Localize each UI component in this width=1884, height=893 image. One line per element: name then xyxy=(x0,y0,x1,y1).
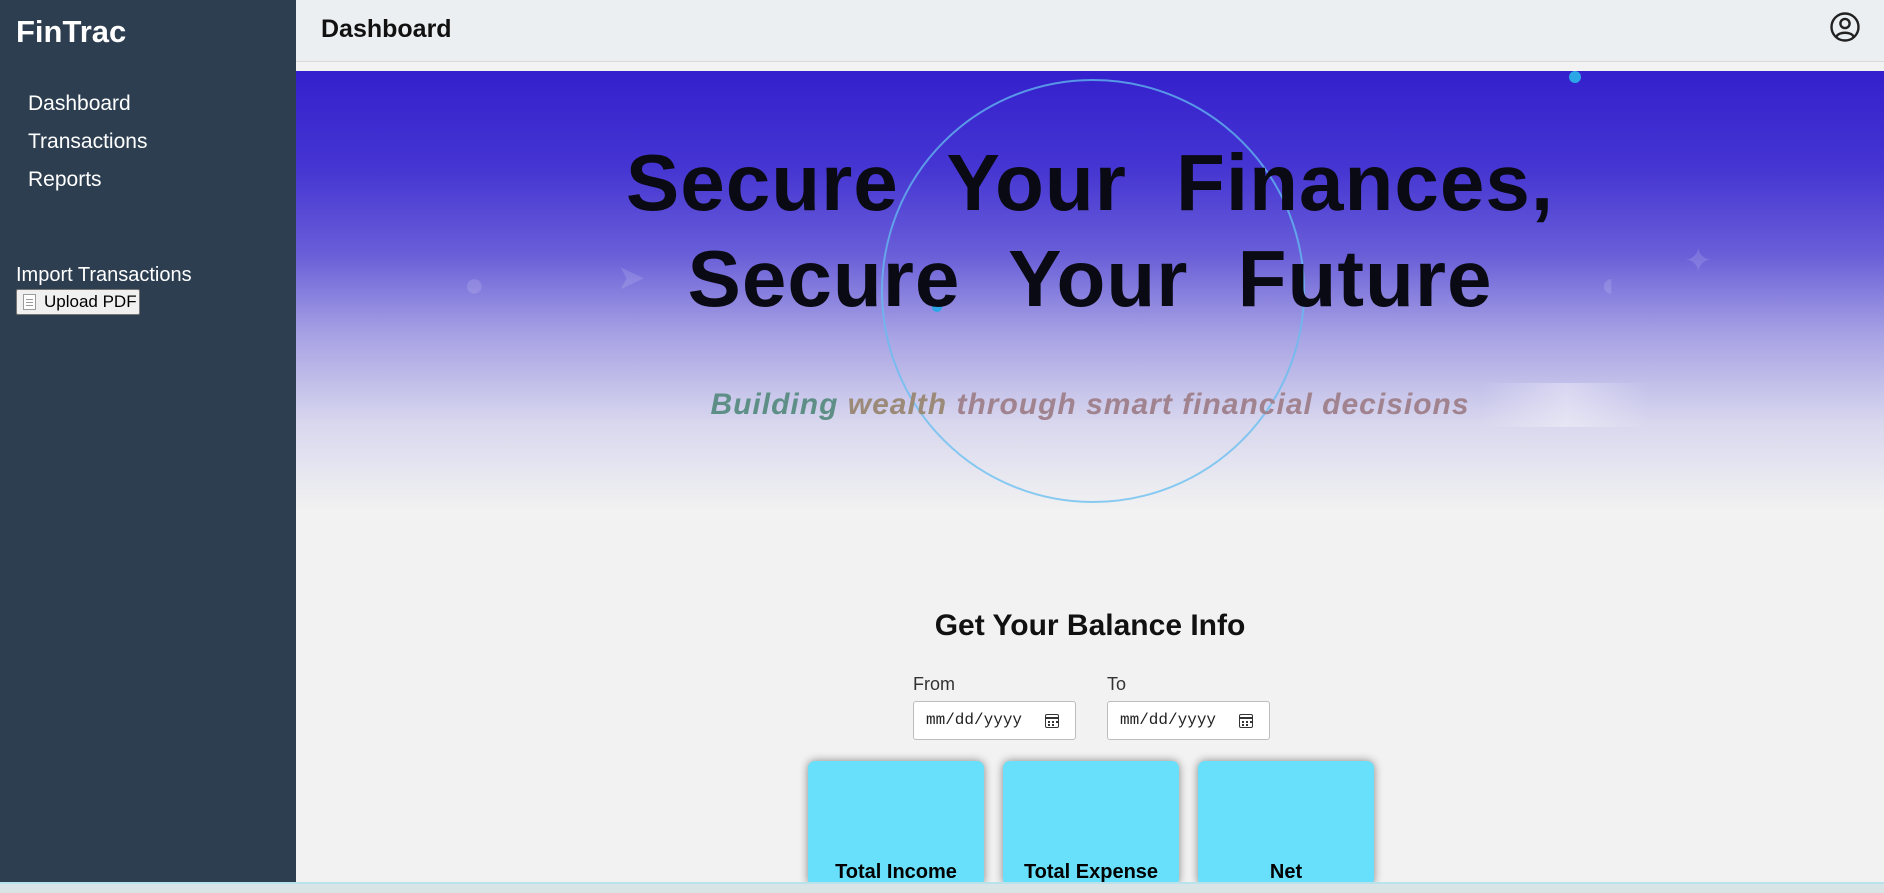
sidebar-item-reports[interactable]: Reports xyxy=(28,167,147,205)
user-circle-icon[interactable] xyxy=(1829,11,1861,43)
calendar-icon[interactable] xyxy=(1239,714,1253,728)
to-label: To xyxy=(1107,674,1127,694)
hero-headline-line2: Secure Your Future xyxy=(687,234,1493,323)
sidebar-nav: Dashboard Transactions Reports xyxy=(28,91,147,205)
total-expense-card: Total Expense xyxy=(1003,761,1179,886)
hero-tagline: Building wealth through smart financial … xyxy=(296,388,1884,422)
sidebar-item-dashboard[interactable]: Dashboard xyxy=(28,91,147,129)
tagline-word: Building xyxy=(710,388,839,421)
document-icon xyxy=(23,294,36,310)
hero-headline: Secure Your Finances, Secure Your Future xyxy=(296,135,1884,327)
import-transactions-heading: Import Transactions xyxy=(16,264,192,286)
sidebar-item-transactions[interactable]: Transactions xyxy=(28,129,147,167)
calendar-icon[interactable] xyxy=(1045,714,1059,728)
tagline-word: wealth xyxy=(847,388,948,421)
top-bar: Dashboard xyxy=(296,0,1884,62)
sidebar: FinTrac Dashboard Transactions Reports I… xyxy=(0,0,296,882)
page-title: Dashboard xyxy=(321,15,452,43)
hero-headline-line1: Secure Your Finances, xyxy=(625,138,1555,227)
tagline-rest: through smart financial decisions xyxy=(956,388,1470,421)
from-date-placeholder: mm/dd/yyyy xyxy=(926,711,1023,729)
balance-section-title: Get Your Balance Info xyxy=(934,609,1246,642)
total-income-card: Total Income xyxy=(808,761,984,886)
card-label: Total Expense xyxy=(1023,861,1159,883)
card-label: Net xyxy=(1269,861,1303,883)
net-card: Net xyxy=(1198,761,1374,886)
bottom-scroll-strip xyxy=(0,882,1884,893)
from-date-input[interactable]: mm/dd/yyyy xyxy=(913,701,1076,740)
from-label: From xyxy=(913,674,955,694)
to-date-input[interactable]: mm/dd/yyyy xyxy=(1107,701,1270,740)
upload-pdf-label: Upload PDF xyxy=(44,292,137,311)
upload-pdf-button[interactable]: Upload PDF xyxy=(16,289,140,315)
card-label: Total Income xyxy=(835,861,957,883)
brand-logo[interactable]: FinTrac xyxy=(16,14,126,50)
hero-banner: ● ➤ ◐ ✦ Secure Your Finances, Secure You… xyxy=(296,71,1884,511)
to-date-placeholder: mm/dd/yyyy xyxy=(1120,711,1217,729)
hero-dot-decoration xyxy=(1569,71,1581,83)
